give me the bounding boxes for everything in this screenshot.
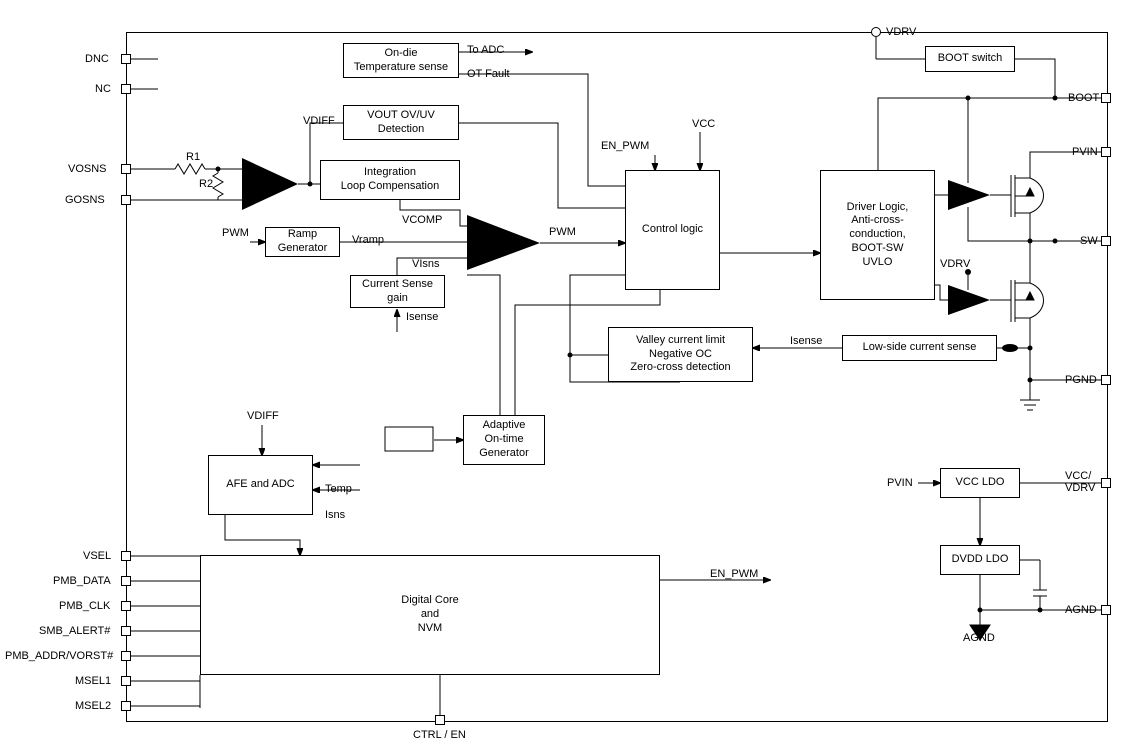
pin-label-pmb-data: PMB_DATA — [53, 575, 111, 587]
pin-label-ctrl-en: CTRL / EN — [413, 729, 466, 741]
pin-pmb-data — [121, 576, 131, 586]
lbl-vdiff2: VDIFF — [247, 410, 279, 422]
block-valley: Valley current limit Negative OC Zero-cr… — [608, 327, 753, 382]
lbl-pwm-out: PWM — [549, 226, 576, 238]
block-cs-gain: Current Sense gain — [350, 275, 445, 308]
lbl-vramp: Vramp — [352, 234, 384, 246]
pin-label-msel1: MSEL1 — [75, 675, 111, 687]
pin-label-pgnd: PGND — [1065, 374, 1097, 386]
pin-label-gosns: GOSNS — [65, 194, 105, 206]
lbl-isense2: Isense — [790, 335, 822, 347]
pin-smb-alert — [121, 626, 131, 636]
block-vout-ovuv: VOUT OV/UV Detection — [343, 105, 459, 140]
block-temp-sense: On-die Temperature sense — [343, 43, 459, 78]
pin-vsel — [121, 551, 131, 561]
pin-vcc-vdrv — [1101, 478, 1111, 488]
pin-label-sw: SW — [1080, 235, 1098, 247]
lbl-ot-fault: OT Fault — [467, 68, 510, 80]
pin-label-msel2: MSEL2 — [75, 700, 111, 712]
block-afe-adc: AFE and ADC — [208, 455, 313, 515]
lbl-isns-afe: Isns — [325, 509, 345, 521]
block-driver-logic: Driver Logic, Anti-cross- conduction, BO… — [820, 170, 935, 300]
diagram-canvas: DNC NC VOSNS GOSNS VSEL PMB_DATA PMB_CLK… — [0, 0, 1131, 753]
lbl-en-pwm-out: EN_PWM — [710, 568, 758, 580]
pin-pgnd — [1101, 375, 1111, 385]
pin-ctrl-en — [435, 715, 445, 725]
lbl-temp: Temp — [325, 483, 352, 495]
pin-label-agnd: AGND — [1065, 604, 1097, 616]
lbl-agnd-sym: AGND — [963, 632, 995, 644]
lbl-vcc: VCC — [692, 118, 715, 130]
block-ctrl-logic: Control logic — [625, 170, 720, 290]
lbl-r1: R1 — [186, 151, 200, 163]
lbl-vdiff: VDIFF — [303, 115, 335, 127]
pin-label-pmb-addr: PMB_ADDR/VORST# — [5, 650, 113, 662]
lbl-vcomp: VCOMP — [402, 214, 442, 226]
block-dvdd-ldo: DVDD LDO — [940, 545, 1020, 575]
pin-msel1 — [121, 676, 131, 686]
pin-label-boot: BOOT — [1068, 92, 1099, 104]
pin-label-vcc-vdrv: VCC/ VDRV — [1065, 470, 1095, 494]
block-ls-cs: Low-side current sense — [842, 335, 997, 361]
pin-vosns — [121, 164, 131, 174]
lbl-to-adc: To ADC — [467, 44, 504, 56]
pin-label-vosns: VOSNS — [68, 163, 107, 175]
block-vcc-ldo: VCC LDO — [940, 468, 1020, 498]
pin-vdrv-top — [871, 27, 881, 37]
pin-label-vsel: VSEL — [83, 550, 111, 562]
block-digital-core: Digital Core and NVM — [200, 555, 660, 675]
pin-nc — [121, 84, 131, 94]
lbl-visns: VIsns — [412, 258, 440, 270]
lbl-pwm-in: PWM — [222, 227, 249, 239]
lbl-pvin-in: PVIN — [887, 477, 913, 489]
pin-boot — [1101, 93, 1111, 103]
lbl-vdrv-mid: VDRV — [940, 258, 970, 270]
pin-label-vdrv-top: VDRV — [886, 26, 916, 38]
pin-label-dnc: DNC — [85, 53, 109, 65]
pin-gosns — [121, 195, 131, 205]
pin-pvin — [1101, 147, 1111, 157]
lbl-r2: R2 — [199, 178, 213, 190]
block-ramp-gen: Ramp Generator — [265, 227, 340, 257]
pin-agnd — [1101, 605, 1111, 615]
lbl-isense: Isense — [406, 311, 438, 323]
pin-msel2 — [121, 701, 131, 711]
pin-dnc — [121, 54, 131, 64]
pin-label-pvin: PVIN — [1072, 146, 1098, 158]
pin-sw — [1101, 236, 1111, 246]
block-int-loop: Integration Loop Compensation — [320, 160, 460, 200]
pin-pmb-clk — [121, 601, 131, 611]
block-boot-switch: BOOT switch — [925, 46, 1015, 72]
pin-pmb-addr — [121, 651, 131, 661]
lbl-en-pwm-top: EN_PWM — [601, 140, 649, 152]
lbl-vdac: VDAC — [397, 434, 428, 446]
pin-label-smb-alert: SMB_ALERT# — [39, 625, 110, 637]
pin-label-nc: NC — [95, 83, 111, 95]
pin-label-pmb-clk: PMB_CLK — [59, 600, 110, 612]
block-adapt-on: Adaptive On-time Generator — [463, 415, 545, 465]
